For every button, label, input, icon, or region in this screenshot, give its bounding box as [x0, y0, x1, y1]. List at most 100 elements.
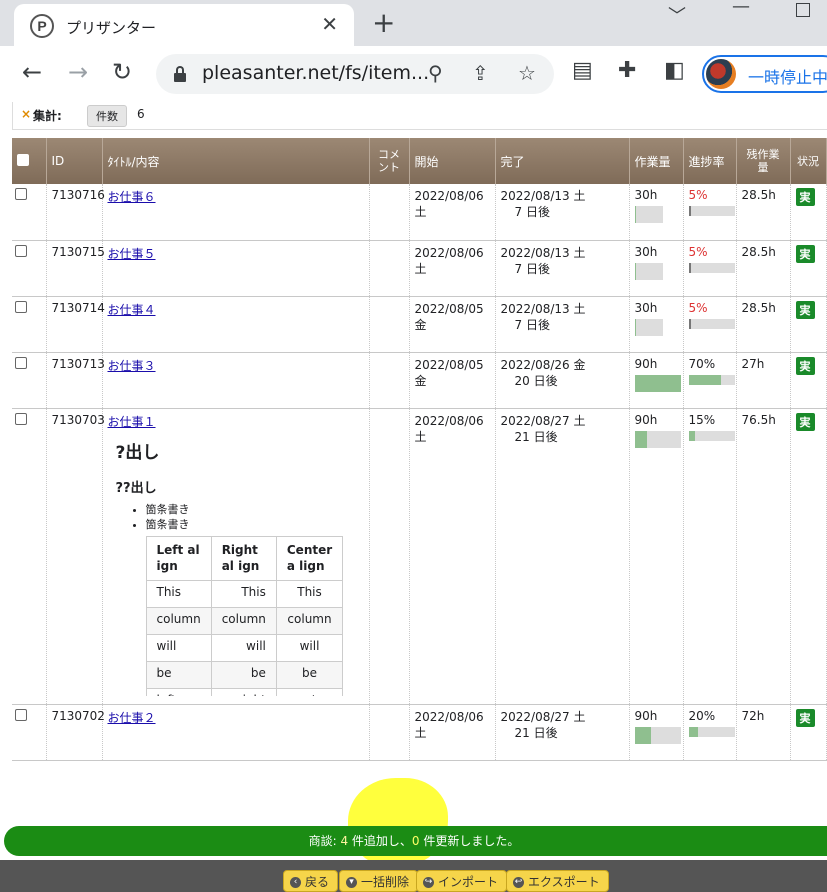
item-id: 7130716: [46, 184, 105, 241]
col-header-title[interactable]: ﾀｲﾄﾙ/内容: [102, 138, 370, 184]
item-start-cell: 2022/08/06 土: [409, 240, 496, 297]
md-table-cell: column: [210, 606, 277, 635]
reload-icon[interactable]: ↻: [112, 58, 132, 86]
col-header-comment[interactable]: コメント: [369, 138, 410, 184]
item-id: 7130713: [46, 352, 105, 409]
close-tab-icon[interactable]: ✕: [321, 12, 338, 36]
profile-button[interactable]: 一時停止中: [702, 55, 827, 93]
item-work-cell: 30h: [629, 240, 684, 297]
work-bar: [634, 726, 681, 744]
md-table-cell: be: [275, 660, 344, 689]
item-start-cell: 2022/08/06 土: [409, 408, 496, 705]
col-header-start[interactable]: 開始: [409, 138, 496, 184]
forward-arrow-icon[interactable]: →: [68, 58, 88, 86]
address-bar[interactable]: pleasanter.net/fs/item... ⚲ ⇪ ☆: [156, 54, 554, 94]
item-progress-cell: 5%: [683, 184, 737, 241]
table-row[interactable]: 7130716 お仕事６ 2022/08/06 土 2022/08/13 土 7 日…: [12, 184, 827, 241]
item-status-cell: 実: [790, 296, 827, 353]
item-status-cell: 実: [790, 352, 827, 409]
end-date: 2022/08/26 金: [500, 357, 586, 372]
tab-search-chevron-icon[interactable]: ﹀: [668, 2, 686, 28]
extensions-puzzle-icon[interactable]: ✚: [618, 58, 636, 83]
export-icon: ↩: [513, 877, 524, 888]
close-aggregate-icon[interactable]: ×: [21, 107, 31, 121]
col-header-progress[interactable]: 進捗率: [683, 138, 737, 184]
new-tab-icon[interactable]: +: [372, 6, 395, 39]
progress-value: 20%: [688, 708, 716, 723]
body-table-scroll[interactable]: Left al ign Right al ign Center a lign This…: [145, 535, 364, 696]
work-value: 90h: [634, 412, 658, 427]
aggregate-type-chip[interactable]: 件数: [87, 105, 127, 127]
lock-icon[interactable]: [174, 66, 186, 82]
table-row[interactable]: 7130715 お仕事５ 2022/08/06 土 2022/08/13 土7 日…: [12, 240, 827, 297]
status-badge: 実: [795, 412, 815, 431]
back-arrow-icon[interactable]: ←: [22, 58, 42, 86]
progress-value: 70%: [688, 356, 716, 371]
zoom-icon[interactable]: ⚲: [428, 61, 443, 85]
item-title-link[interactable]: お仕事４: [108, 303, 156, 317]
row-select-checkbox[interactable]: [12, 296, 47, 353]
md-table-cell: be: [210, 660, 277, 689]
notify-suffix: 件更新しました。: [419, 834, 520, 848]
row-select-checkbox[interactable]: [12, 184, 47, 241]
md-table-cell: This: [210, 579, 277, 608]
import-button[interactable]: ↪ インポート: [416, 870, 508, 892]
row-select-checkbox[interactable]: [12, 408, 47, 705]
select-all-checkbox[interactable]: [12, 138, 47, 184]
list-item: 箇条書き: [146, 502, 364, 517]
bookmark-star-icon[interactable]: ☆: [518, 61, 536, 85]
col-header-end[interactable]: 完了: [495, 138, 630, 184]
progress-bar: [688, 726, 735, 737]
item-title-link[interactable]: お仕事２: [108, 711, 156, 725]
avatar: [706, 59, 736, 89]
table-row[interactable]: 7130702 お仕事２ 2022/08/06 土 2022/08/27 土 21 …: [12, 704, 827, 761]
md-table-cell: will: [275, 633, 344, 662]
end-date: 2022/08/27 土: [500, 413, 586, 428]
bulk-delete-button[interactable]: ▾ 一括削除: [339, 870, 419, 892]
body-heading-3: ??出し: [115, 480, 157, 496]
item-end-cell: 2022/08/13 土7 日後: [495, 240, 630, 297]
side-panel-icon[interactable]: ◧: [664, 58, 685, 83]
url-text[interactable]: pleasanter.net/fs/item...: [202, 62, 429, 84]
share-icon[interactable]: ⇪: [472, 61, 489, 85]
tab-strip: P プリザンター ✕ + ﹀ —: [0, 0, 827, 46]
body-heading-2: ?出し: [115, 442, 160, 463]
progress-value: 5%: [688, 188, 708, 202]
col-header-work[interactable]: 作業量: [629, 138, 684, 184]
col-header-remaining[interactable]: 残作業量: [736, 138, 791, 184]
maximize-icon[interactable]: [796, 3, 810, 17]
table-row[interactable]: 7130713 お仕事３ 2022/08/05 金 2022/08/26 金 20 …: [12, 352, 827, 409]
work-bar: [634, 206, 663, 223]
col-header-status[interactable]: 状況: [790, 138, 827, 184]
md-table-header: Right al ign: [210, 535, 277, 581]
minimize-icon[interactable]: —: [732, 0, 750, 17]
col-header-id[interactable]: ID: [46, 138, 103, 184]
progress-bar: [688, 262, 735, 273]
item-title-link[interactable]: お仕事５: [108, 247, 156, 261]
item-remaining: 76.5h: [736, 408, 791, 705]
item-title-link[interactable]: お仕事３: [108, 359, 156, 373]
back-button[interactable]: ‹ 戻る: [283, 870, 339, 892]
browser-tab[interactable]: P プリザンター ✕: [14, 4, 354, 46]
row-select-checkbox[interactable]: [12, 240, 47, 297]
md-table-row: be be be: [145, 660, 344, 689]
item-title-link[interactable]: お仕事６: [108, 190, 156, 204]
end-relative: 21 日後: [514, 429, 558, 444]
item-title-link[interactable]: お仕事１: [108, 415, 156, 429]
end-relative: 7 日後: [514, 317, 550, 332]
md-table-cell: column: [275, 606, 344, 635]
row-select-checkbox[interactable]: [12, 352, 47, 409]
trash-icon: ▾: [346, 877, 357, 888]
item-end-cell: 2022/08/13 土7 日後: [495, 296, 630, 353]
export-button[interactable]: ↩ エクスポート: [506, 870, 609, 892]
notify-updated-count: 0: [411, 834, 420, 848]
table-row[interactable]: 7130714 お仕事４ 2022/08/05 金 2022/08/13 土7 日…: [12, 296, 827, 353]
row-select-checkbox[interactable]: [12, 704, 47, 761]
reading-list-icon[interactable]: ▤: [572, 58, 593, 83]
start-day: 土: [414, 261, 427, 276]
end-date: 2022/08/13 土: [500, 189, 586, 203]
item-status-cell: 実: [790, 184, 827, 241]
item-title-cell: お仕事５: [102, 240, 370, 297]
table-row[interactable]: 7130703 お仕事１ ?出し ??出し 箇条書き箇条書き Left al i…: [12, 408, 827, 705]
back-icon: ‹: [290, 877, 301, 888]
